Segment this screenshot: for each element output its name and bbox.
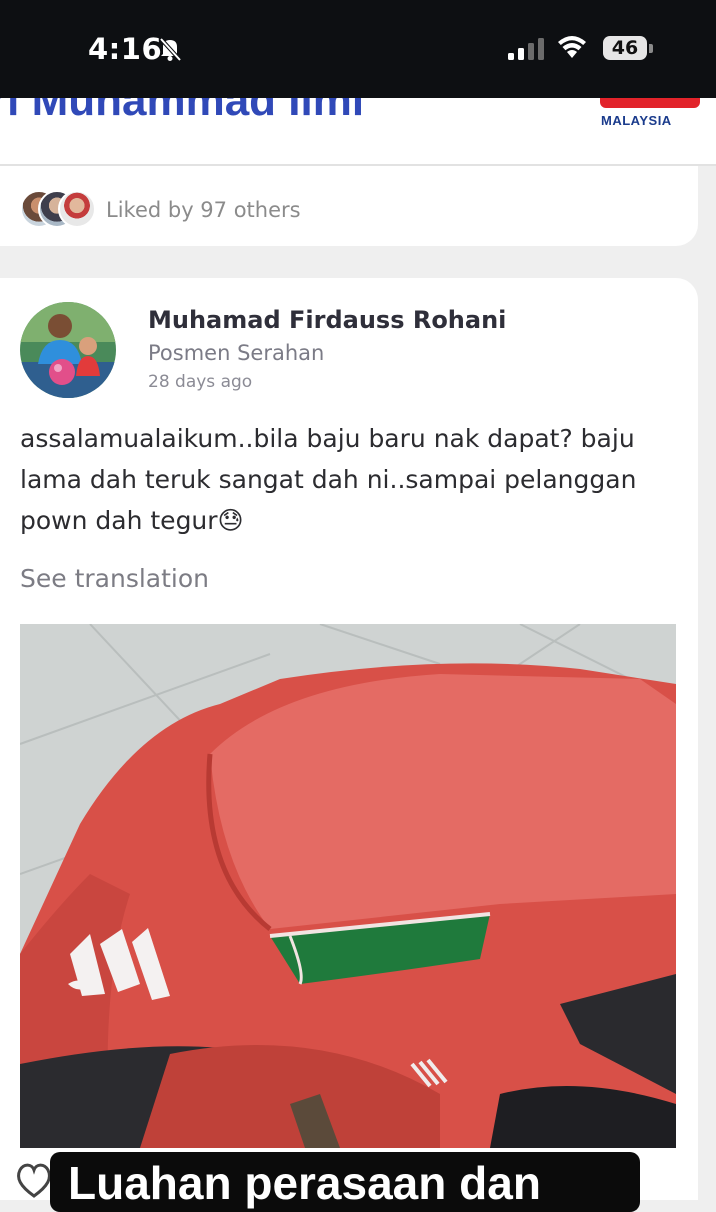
avatar — [58, 190, 96, 228]
battery-level: 46 — [611, 37, 639, 59]
cellular-signal-icon — [508, 38, 544, 60]
pos-malaysia-logo-text: MALAYSIA — [601, 113, 672, 128]
author-name[interactable]: Muhamad Firdauss Rohani — [148, 306, 506, 334]
wifi-icon — [558, 36, 586, 58]
author-avatar[interactable] — [20, 302, 116, 398]
post-photo[interactable] — [20, 624, 676, 1148]
battery-tip — [649, 44, 653, 53]
author-avatar-image — [20, 302, 116, 398]
author-role: Posmen Serahan — [148, 341, 325, 365]
caption-text: Luahan perasaan dan — [68, 1157, 541, 1209]
previous-post-image: ri Muhammad Ilmi MALAYSIA — [0, 98, 716, 166]
previous-post-name: ri Muhammad Ilmi — [0, 98, 365, 125]
status-bar: 4:16 46 — [0, 0, 716, 98]
see-translation-link[interactable]: See translation — [20, 564, 209, 593]
status-time: 4:16 — [88, 32, 163, 66]
post-timestamp: 28 days ago — [148, 372, 253, 392]
likes-card: Liked by 97 others — [0, 166, 698, 246]
battery-icon: 46 — [603, 36, 647, 60]
post-card: Muhamad Firdauss Rohani Posmen Serahan 2… — [0, 278, 698, 1200]
post-body: assalamualaikum..bila baju baru nak dapa… — [20, 424, 637, 535]
heart-icon[interactable] — [14, 1160, 54, 1200]
caption-overlay: Luahan perasaan dan — [50, 1152, 640, 1212]
liker-avatars[interactable] — [20, 190, 100, 228]
torn-shirt-photo — [20, 624, 676, 1148]
bell-muted-icon — [159, 37, 182, 62]
pos-malaysia-logo-mark — [600, 98, 700, 108]
likes-count[interactable]: Liked by 97 others — [106, 198, 301, 222]
